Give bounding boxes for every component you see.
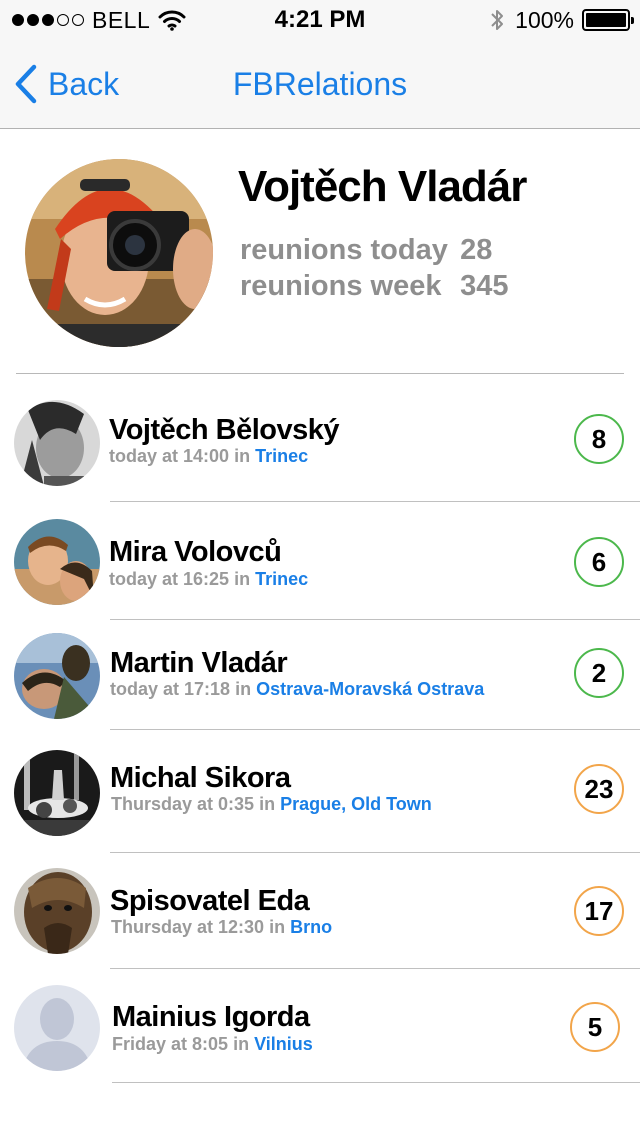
contact-meta: today at 17:18 in Ostrava-Moravská Ostra… xyxy=(110,679,484,700)
contact-meta: Friday at 8:05 in Vilnius xyxy=(112,1034,313,1055)
contact-row[interactable]: Martin Vladár today at 17:18 in Ostrava-… xyxy=(0,619,640,737)
contact-avatar xyxy=(14,868,100,954)
contact-row[interactable]: Spisovatel Eda Thursday at 12:30 in Brno… xyxy=(0,852,640,970)
contact-time: Thursday at 0:35 xyxy=(111,794,255,814)
reunions-today-stat: reunions today 28 xyxy=(240,234,492,267)
contact-city[interactable]: Ostrava-Moravská Ostrava xyxy=(256,679,484,699)
profile-name: Vojtěch Vladár xyxy=(238,162,527,211)
profile-avatar[interactable] xyxy=(25,159,213,347)
contact-name: Mainius Igorda xyxy=(112,1001,310,1033)
reunion-count-badge: 2 xyxy=(574,648,624,698)
contact-avatar xyxy=(14,985,100,1071)
navigation-bar: Back FBRelations xyxy=(0,40,640,129)
contact-in: in xyxy=(233,1034,250,1054)
contact-in: in xyxy=(259,794,276,814)
contact-meta: today at 14:00 in Trinec xyxy=(109,446,308,467)
battery-level xyxy=(586,13,626,27)
contact-row[interactable]: Vojtěch Bělovský today at 14:00 in Trine… xyxy=(0,382,640,502)
divider xyxy=(16,373,624,374)
contact-in: in xyxy=(235,679,252,699)
contact-name: Vojtěch Bělovský xyxy=(109,414,340,446)
contact-row[interactable]: Mira Volovců today at 16:25 in Trinec 6 xyxy=(0,502,640,620)
battery-icon xyxy=(582,9,634,31)
reunion-count-badge: 17 xyxy=(574,886,624,936)
profile-photo xyxy=(25,159,213,347)
contact-time: today at 17:18 xyxy=(110,679,231,699)
profile-header: Vojtěch Vladár reunions today 28 reunion… xyxy=(0,130,640,375)
contact-avatar xyxy=(14,750,100,836)
contact-city[interactable]: Brno xyxy=(290,917,332,937)
reunion-count-badge: 8 xyxy=(574,414,624,464)
contact-meta: today at 16:25 in Trinec xyxy=(109,569,308,590)
contact-time: Friday at 8:05 xyxy=(112,1034,229,1054)
reunion-count-badge: 5 xyxy=(570,1002,620,1052)
row-separator xyxy=(112,1082,640,1083)
contact-name: Spisovatel Eda xyxy=(110,885,310,917)
reunions-week-label: reunions week xyxy=(240,270,442,302)
contact-avatar xyxy=(14,519,100,605)
contact-row[interactable]: Michal Sikora Thursday at 0:35 in Prague… xyxy=(0,730,640,853)
status-bar: BELL 4:21 PM 100% xyxy=(0,0,640,40)
reunions-week-value: 345 xyxy=(460,270,509,302)
contact-city[interactable]: Trinec xyxy=(255,569,308,589)
battery-percentage: 100% xyxy=(515,6,574,33)
contact-row[interactable]: Mainius Igorda Friday at 8:05 in Vilnius… xyxy=(0,969,640,1087)
contact-time: Thursday at 12:30 xyxy=(111,917,265,937)
contact-avatar xyxy=(14,633,100,719)
contact-time: today at 16:25 xyxy=(109,569,230,589)
contact-city[interactable]: Prague, Old Town xyxy=(280,794,432,814)
reunion-count-badge: 6 xyxy=(574,537,624,587)
status-bar-right: 100% xyxy=(489,6,634,34)
bluetooth-icon xyxy=(491,10,504,30)
contact-time: today at 14:00 xyxy=(109,446,230,466)
contact-name: Michal Sikora xyxy=(110,762,291,794)
contact-city[interactable]: Vilnius xyxy=(254,1034,313,1054)
contact-meta: Thursday at 12:30 in Brno xyxy=(111,917,332,938)
contact-in: in xyxy=(269,917,286,937)
contact-name: Mira Volovců xyxy=(109,536,282,568)
contact-in: in xyxy=(234,446,251,466)
reunions-today-label: reunions today xyxy=(240,234,448,266)
contact-name: Martin Vladár xyxy=(110,647,288,679)
reunions-today-value: 28 xyxy=(460,234,493,266)
page-title: FBRelations xyxy=(232,66,408,102)
contact-city[interactable]: Trinec xyxy=(255,446,308,466)
contact-in: in xyxy=(234,569,251,589)
reunion-count-badge: 23 xyxy=(574,764,624,814)
reunions-week-stat: reunions week 345 xyxy=(240,270,508,303)
contact-meta: Thursday at 0:35 in Prague, Old Town xyxy=(111,794,432,815)
contact-avatar xyxy=(14,400,100,486)
